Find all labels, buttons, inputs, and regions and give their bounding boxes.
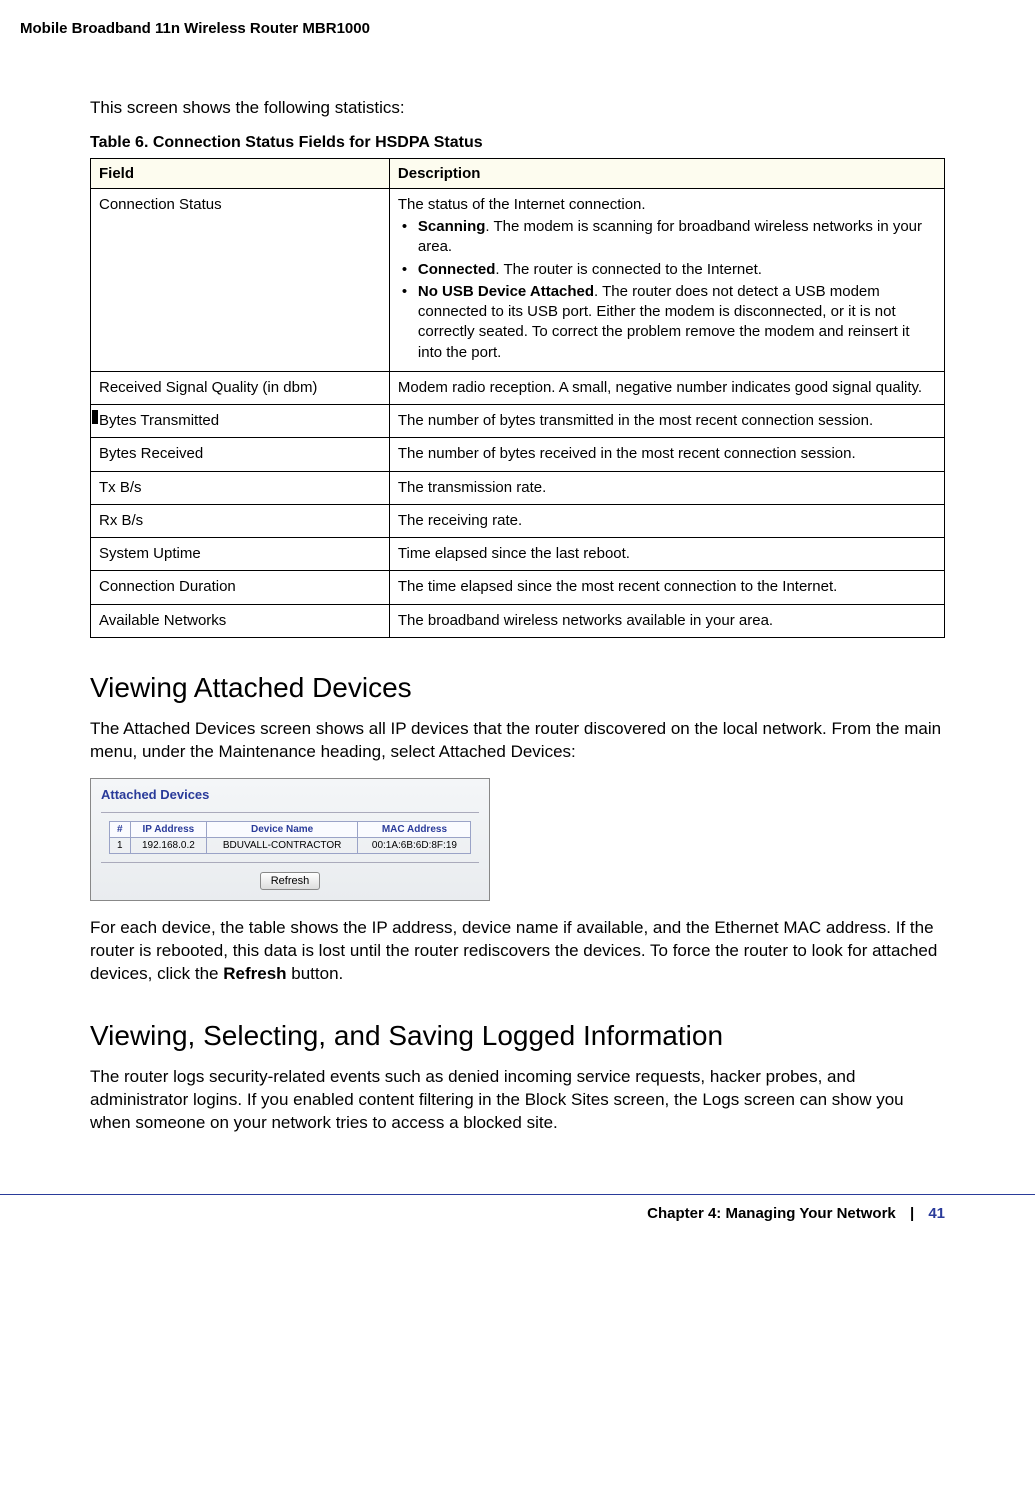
field-cell: Connection Status xyxy=(91,188,390,371)
table-row: Rx B/s The receiving rate. xyxy=(91,504,945,537)
running-header: Mobile Broadband 11n Wireless Router MBR… xyxy=(20,20,945,37)
table-row: Connection Status The status of the Inte… xyxy=(91,188,945,371)
field-cell: Received Signal Quality (in dbm) xyxy=(91,371,390,404)
divider xyxy=(101,812,479,813)
attached-devices-followup: For each device, the table shows the IP … xyxy=(90,917,945,986)
bullet-bold: Connected xyxy=(418,261,496,278)
table-row: Bytes Transmitted The number of bytes tr… xyxy=(91,405,945,438)
field-cell: Bytes Received xyxy=(91,438,390,471)
divider xyxy=(101,862,479,863)
desc-cell: The status of the Internet connection. S… xyxy=(389,188,944,371)
field-cell: Bytes Transmitted xyxy=(91,405,390,438)
heading-logged-information: Viewing, Selecting, and Saving Logged In… xyxy=(90,1020,945,1052)
logs-paragraph: The router logs security-related events … xyxy=(90,1066,945,1135)
field-cell: Connection Duration xyxy=(91,571,390,604)
table-row: Bytes Received The number of bytes recei… xyxy=(91,438,945,471)
attached-devices-intro: The Attached Devices screen shows all IP… xyxy=(90,718,945,764)
heading-attached-devices: Viewing Attached Devices xyxy=(90,672,945,704)
field-cell: Tx B/s xyxy=(91,471,390,504)
table-row: Received Signal Quality (in dbm) Modem r… xyxy=(91,371,945,404)
col-description: Description xyxy=(389,158,944,188)
bullet-text: . The modem is scanning for broadband wi… xyxy=(418,218,922,255)
desc-cell: The receiving rate. xyxy=(389,504,944,537)
table-row: System Uptime Time elapsed since the las… xyxy=(91,538,945,571)
inner-cell-num: 1 xyxy=(109,837,130,853)
desc-intro: The status of the Internet connection. xyxy=(398,196,646,213)
table-row: Connection Duration The time elapsed sin… xyxy=(91,571,945,604)
desc-cell: Modem radio reception. A small, negative… xyxy=(389,371,944,404)
page-footer: Chapter 4: Managing Your Network | 41 xyxy=(0,1194,1035,1222)
para2-bold: Refresh xyxy=(223,964,286,983)
field-cell: System Uptime xyxy=(91,538,390,571)
desc-cell: The broadband wireless networks availabl… xyxy=(389,604,944,637)
connection-status-table: Field Description Connection Status The … xyxy=(90,158,945,638)
attached-devices-screenshot: Attached Devices # IP Address Device Nam… xyxy=(90,778,490,901)
inner-col-ip: IP Address xyxy=(130,821,206,837)
bullet-bold: No USB Device Attached xyxy=(418,283,594,300)
bullet-text: . The router is connected to the Interne… xyxy=(495,261,762,278)
footer-separator: | xyxy=(910,1205,914,1222)
desc-cell: The number of bytes received in the most… xyxy=(389,438,944,471)
desc-cell: The transmission rate. xyxy=(389,471,944,504)
para2-part-a: For each device, the table shows the IP … xyxy=(90,918,937,983)
bullet-bold: Scanning xyxy=(418,218,486,235)
desc-cell: Time elapsed since the last reboot. xyxy=(389,538,944,571)
table-caption: Table 6. Connection Status Fields for HS… xyxy=(90,134,945,152)
footer-page-number: 41 xyxy=(928,1205,945,1222)
table-row: Tx B/s The transmission rate. xyxy=(91,471,945,504)
field-cell: Available Networks xyxy=(91,604,390,637)
para2-part-b: button. xyxy=(287,964,344,983)
attached-devices-inner-table: # IP Address Device Name MAC Address 1 1… xyxy=(109,821,472,854)
bullet-item: No USB Device Attached. The router does … xyxy=(412,282,936,363)
refresh-button[interactable]: Refresh xyxy=(260,872,321,890)
inner-cell-mac: 00:1A:6B:6D:8F:19 xyxy=(358,837,471,853)
inner-col-num: # xyxy=(109,821,130,837)
inner-cell-ip: 192.168.0.2 xyxy=(130,837,206,853)
intro-paragraph: This screen shows the following statisti… xyxy=(90,97,945,120)
desc-cell: The number of bytes transmitted in the m… xyxy=(389,405,944,438)
table-row: Available Networks The broadband wireles… xyxy=(91,604,945,637)
screenshot-title: Attached Devices xyxy=(101,787,479,802)
col-field: Field xyxy=(91,158,390,188)
bullet-item: Connected. The router is connected to th… xyxy=(412,260,936,280)
desc-cell: The time elapsed since the most recent c… xyxy=(389,571,944,604)
inner-col-mac: MAC Address xyxy=(358,821,471,837)
inner-col-name: Device Name xyxy=(206,821,358,837)
bullet-item: Scanning. The modem is scanning for broa… xyxy=(412,217,936,258)
field-cell: Rx B/s xyxy=(91,504,390,537)
inner-cell-name: BDUVALL-CONTRACTOR xyxy=(206,837,358,853)
footer-chapter: Chapter 4: Managing Your Network xyxy=(647,1205,896,1222)
change-bar-icon xyxy=(92,410,98,424)
inner-row: 1 192.168.0.2 BDUVALL-CONTRACTOR 00:1A:6… xyxy=(109,837,471,853)
